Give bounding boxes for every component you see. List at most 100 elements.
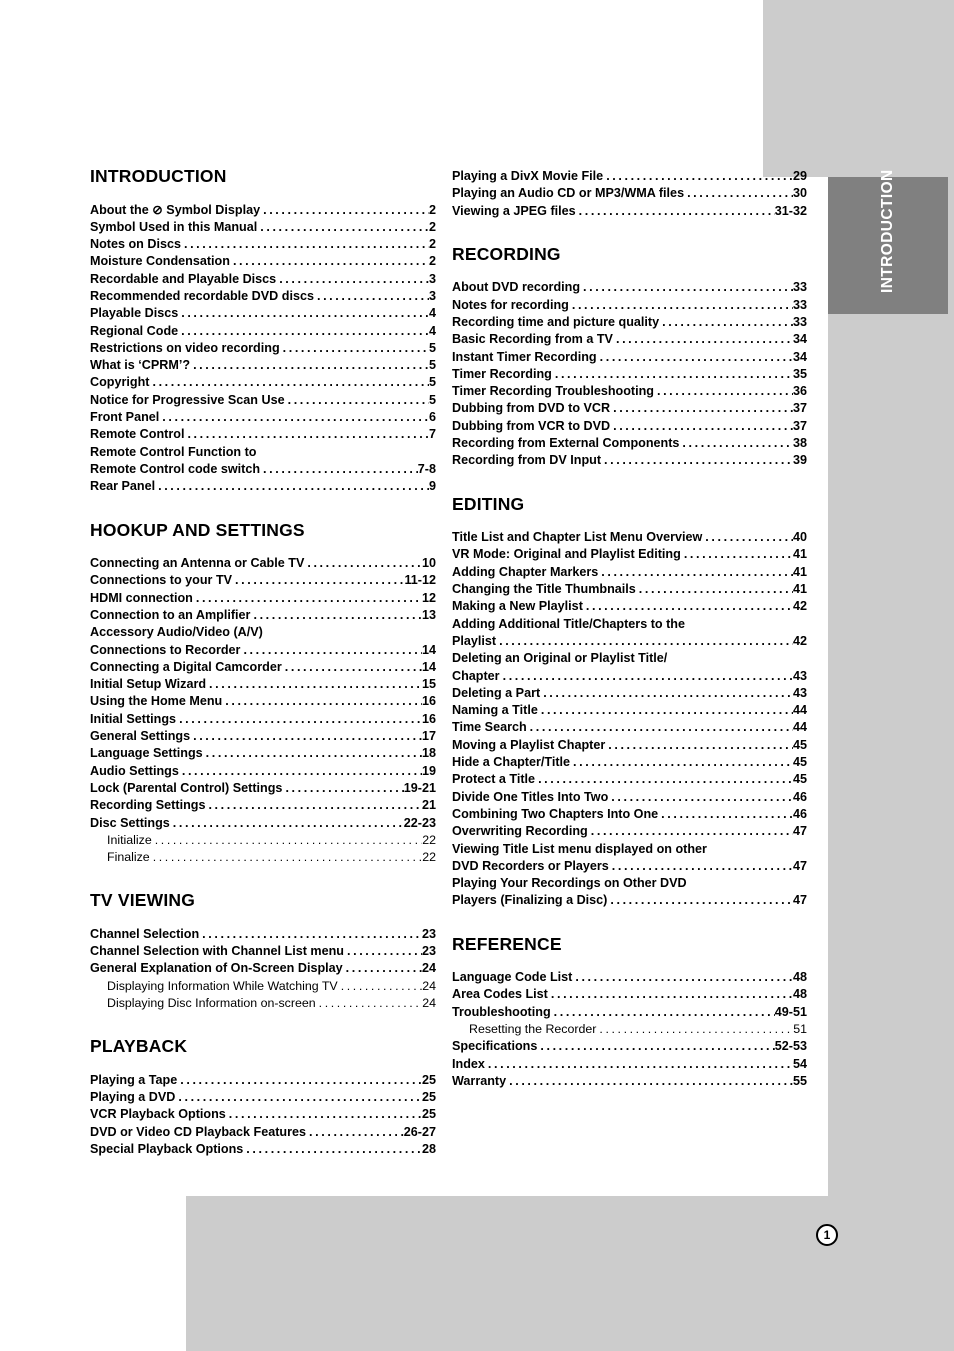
toc-entry[interactable]: Area Codes List.........................… — [452, 986, 807, 1003]
toc-entry[interactable]: Rear Panel..............................… — [90, 478, 436, 495]
toc-entry-leader: ........................................… — [662, 314, 793, 329]
toc-entry[interactable]: Time Search.............................… — [452, 719, 807, 736]
toc-entry[interactable]: Disc Settings...........................… — [90, 815, 436, 832]
toc-entry[interactable]: General Settings........................… — [90, 728, 436, 745]
toc-entry[interactable]: Changing the Title Thumbnails...........… — [452, 581, 807, 598]
toc-entry[interactable]: Title List and Chapter List Menu Overvie… — [452, 529, 807, 546]
toc-entry[interactable]: Recommended recordable DVD discs........… — [90, 288, 436, 305]
toc-entry[interactable]: Connecting a Digital Camcorder..........… — [90, 659, 436, 676]
toc-entry[interactable]: Recording time and picture quality......… — [452, 314, 807, 331]
toc-entry[interactable]: Displaying Disc Information on-screen...… — [90, 995, 436, 1012]
toc-entry[interactable]: Instant Timer Recording.................… — [452, 349, 807, 366]
toc-entry[interactable]: Copyright...............................… — [90, 374, 436, 391]
toc-entry-list: Channel Selection.......................… — [90, 926, 436, 1012]
toc-entry[interactable]: Timer Recording Troubleshooting.........… — [452, 383, 807, 400]
toc-entry[interactable]: Remote Control..........................… — [90, 426, 436, 443]
toc-entry[interactable]: Protect a Title.........................… — [452, 771, 807, 788]
toc-entry[interactable]: Moving a Playlist Chapter...............… — [452, 737, 807, 754]
toc-entry-page: 55 — [792, 1073, 807, 1088]
toc-entry[interactable]: Troubleshooting.........................… — [452, 1004, 807, 1021]
toc-entry[interactable]: DVD or Video CD Playback Features.......… — [90, 1124, 436, 1141]
toc-entry[interactable]: Accessory Audio/Video (A/V).............… — [90, 624, 436, 641]
toc-entry[interactable]: Naming a Title..........................… — [452, 702, 807, 719]
toc-entry[interactable]: Moisture Condensation...................… — [90, 253, 436, 270]
toc-entry[interactable]: Displaying Information While Watching TV… — [90, 978, 436, 995]
toc-entry-title: Recordable and Playable Discs — [90, 271, 277, 286]
toc-section-title: TV VIEWING — [90, 890, 196, 911]
toc-entry[interactable]: Recording Settings......................… — [90, 797, 436, 814]
toc-entry[interactable]: Notes on Discs..........................… — [90, 236, 436, 253]
toc-entry[interactable]: VCR Playback Options....................… — [90, 1106, 436, 1123]
toc-entry[interactable]: General Explanation of On-Screen Display… — [90, 960, 436, 977]
toc-entry[interactable]: Combining Two Chapters Into One.........… — [452, 806, 807, 823]
toc-entry[interactable]: VR Mode: Original and Playlist Editing..… — [452, 546, 807, 563]
toc-entry[interactable]: Overwriting Recording...................… — [452, 823, 807, 840]
toc-entry[interactable]: Dubbing from VCR to DVD.................… — [452, 418, 807, 435]
toc-entry[interactable]: Playable Discs..........................… — [90, 305, 436, 322]
toc-entry[interactable]: Hide a Chapter/Title....................… — [452, 754, 807, 771]
toc-entry-page: 45 — [792, 737, 807, 752]
toc-entry[interactable]: Connecting an Antenna or Cable TV.......… — [90, 555, 436, 572]
toc-entry[interactable]: Initial Setup Wizard....................… — [90, 676, 436, 693]
toc-entry[interactable]: Audio Settings..........................… — [90, 763, 436, 780]
toc-entry-leader: ........................................… — [181, 323, 429, 338]
toc-entry[interactable]: Regional Code...........................… — [90, 323, 436, 340]
toc-entry[interactable]: Timer Recording.........................… — [452, 366, 807, 383]
side-index-tab: INTRODUCTION — [828, 169, 948, 314]
toc-entry[interactable]: Players (Finalizing a Disc).............… — [452, 892, 807, 909]
toc-entry[interactable]: Using the Home Menu.....................… — [90, 693, 436, 710]
toc-entry-list: About DVD recording.....................… — [452, 279, 807, 469]
toc-entry[interactable]: Viewing Title List menu displayed on oth… — [452, 841, 807, 858]
toc-entry-title: Displaying Disc Information on-screen — [107, 996, 316, 1011]
toc-entry[interactable]: What is ‘CPRM’?.........................… — [90, 357, 436, 374]
toc-entry[interactable]: Recording from DV Input.................… — [452, 452, 807, 469]
toc-entry[interactable]: Channel Selection with Channel List menu… — [90, 943, 436, 960]
toc-entry[interactable]: Initial Settings........................… — [90, 711, 436, 728]
toc-entry[interactable]: HDMI connection.........................… — [90, 590, 436, 607]
toc-entry[interactable]: Divide One Titles Into Two..............… — [452, 789, 807, 806]
toc-entry[interactable]: Playing a Tape..........................… — [90, 1072, 436, 1089]
toc-entry[interactable]: Index...................................… — [452, 1056, 807, 1073]
toc-entry[interactable]: Dubbing from DVD to VCR.................… — [452, 400, 807, 417]
toc-entry[interactable]: Basic Recording from a TV...............… — [452, 331, 807, 348]
toc-entry[interactable]: Finalize................................… — [90, 849, 436, 866]
toc-entry[interactable]: Recording from External Components......… — [452, 435, 807, 452]
toc-entry[interactable]: Connection to an Amplifier..............… — [90, 607, 436, 624]
toc-entry[interactable]: Connections to your TV..................… — [90, 572, 436, 589]
toc-entry[interactable]: Remote Control Function to..............… — [90, 444, 436, 461]
toc-entry[interactable]: Deleting an Original or Playlist Title/.… — [452, 650, 807, 667]
toc-entry[interactable]: Lock (Parental Control) Settings........… — [90, 780, 436, 797]
toc-entry[interactable]: Recordable and Playable Discs...........… — [90, 271, 436, 288]
toc-entry[interactable]: Playing an Audio CD or MP3/WMA files....… — [452, 185, 807, 202]
toc-entry[interactable]: Notes for recording.....................… — [452, 297, 807, 314]
toc-entry[interactable]: Playing a DVD...........................… — [90, 1089, 436, 1106]
toc-entry[interactable]: Chapter.................................… — [452, 668, 807, 685]
toc-entry[interactable]: Connections to Recorder.................… — [90, 642, 436, 659]
toc-entry[interactable]: Front Panel.............................… — [90, 409, 436, 426]
toc-entry[interactable]: Initialize..............................… — [90, 832, 436, 849]
toc-entry-leader: ........................................… — [154, 832, 422, 847]
toc-entry[interactable]: Adding Chapter Markers..................… — [452, 564, 807, 581]
toc-entry[interactable]: Playing Your Recordings on Other DVD....… — [452, 875, 807, 892]
toc-entry[interactable]: Notice for Progressive Scan Use.........… — [90, 392, 436, 409]
toc-entry[interactable]: Making a New Playlist...................… — [452, 598, 807, 615]
toc-entry[interactable]: About the ⊘ Symbol Display..............… — [90, 202, 436, 219]
toc-entry[interactable]: Restrictions on video recording.........… — [90, 340, 436, 357]
toc-entry[interactable]: Symbol Used in this Manual..............… — [90, 219, 436, 236]
toc-entry[interactable]: Remote Control code switch..............… — [90, 461, 436, 478]
toc-entry[interactable]: Resetting the Recorder..................… — [452, 1021, 807, 1038]
toc-entry[interactable]: Adding Additional Title/Chapters to the.… — [452, 616, 807, 633]
toc-entry[interactable]: Deleting a Part.........................… — [452, 685, 807, 702]
toc-entry-page: 5 — [428, 392, 436, 407]
toc-entry[interactable]: Specifications..........................… — [452, 1038, 807, 1055]
toc-entry[interactable]: Special Playback Options................… — [90, 1141, 436, 1158]
toc-entry[interactable]: Playlist................................… — [452, 633, 807, 650]
toc-entry[interactable]: Viewing a JPEG files....................… — [452, 203, 807, 220]
toc-entry[interactable]: DVD Recorders or Players................… — [452, 858, 807, 875]
toc-entry[interactable]: Playing a DivX Movie File...............… — [452, 168, 807, 185]
toc-entry[interactable]: About DVD recording.....................… — [452, 279, 807, 296]
toc-entry[interactable]: Language Code List......................… — [452, 969, 807, 986]
toc-entry[interactable]: Language Settings.......................… — [90, 745, 436, 762]
toc-entry[interactable]: Warranty................................… — [452, 1073, 807, 1090]
toc-entry[interactable]: Channel Selection.......................… — [90, 926, 436, 943]
